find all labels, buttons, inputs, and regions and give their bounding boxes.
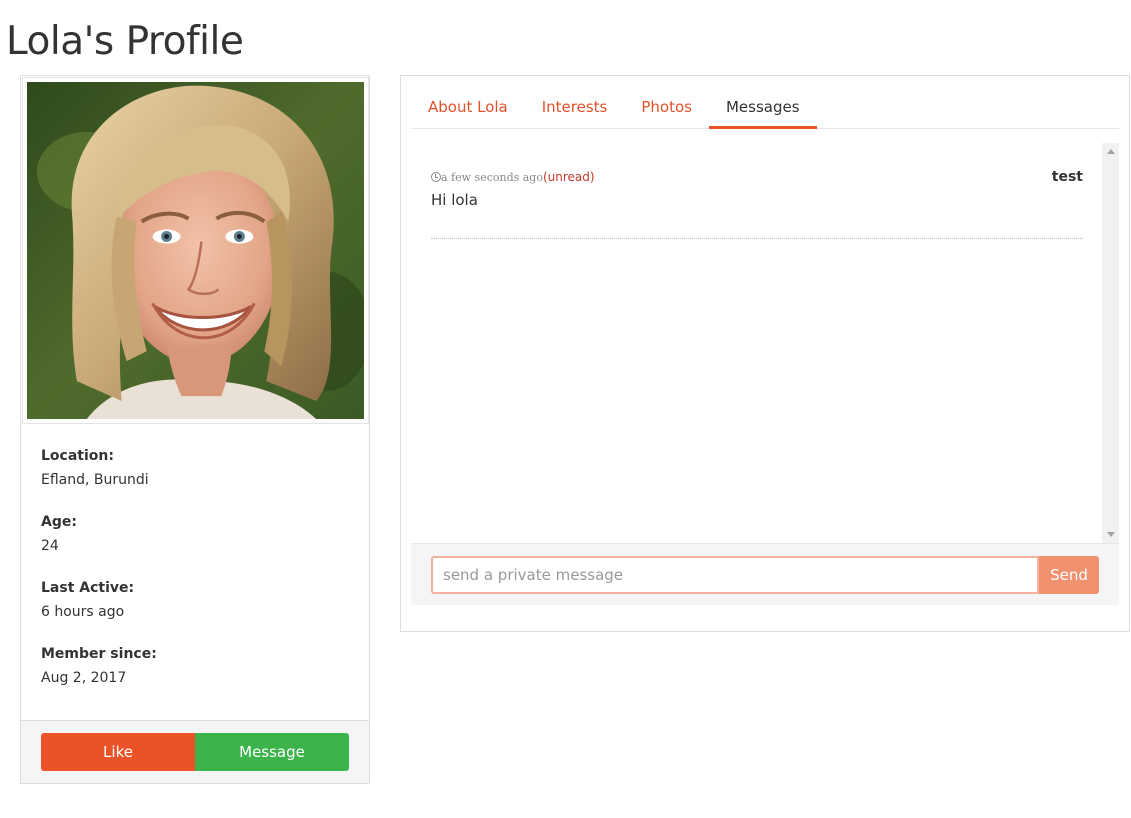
profile-card: Location: Efland, Burundi Age: 24 Last A… bbox=[20, 75, 370, 784]
profile-tab-panel: About Lola Interests Photos Messages a f… bbox=[400, 75, 1130, 632]
message-meta: a few seconds ago(unread) bbox=[431, 168, 595, 187]
message-input[interactable] bbox=[431, 556, 1039, 594]
messages-scrollbar[interactable] bbox=[1102, 143, 1119, 543]
detail-label: Age: bbox=[41, 514, 77, 530]
tab-photos[interactable]: Photos bbox=[624, 86, 709, 129]
page-title: Lola's Profile bbox=[6, 19, 244, 64]
compose-bar: Send bbox=[411, 543, 1119, 605]
detail-label: Last Active: bbox=[41, 580, 135, 596]
profile-actions: Like Message bbox=[21, 720, 369, 783]
tab-bar: About Lola Interests Photos Messages bbox=[411, 86, 1119, 129]
like-button[interactable]: Like bbox=[41, 733, 195, 771]
profile-photo bbox=[27, 82, 364, 419]
detail-label: Location: bbox=[41, 448, 114, 464]
detail-age: Age: 24 bbox=[41, 510, 341, 558]
detail-member-since: Member since: Aug 2, 2017 bbox=[41, 642, 341, 690]
tab-messages[interactable]: Messages bbox=[708, 86, 817, 129]
detail-location: Location: Efland, Burundi bbox=[41, 444, 341, 492]
scroll-up-arrow-icon[interactable] bbox=[1107, 149, 1115, 154]
message-button[interactable]: Message bbox=[195, 733, 349, 771]
profile-details: Location: Efland, Burundi Age: 24 Last A… bbox=[41, 444, 341, 708]
detail-value: 6 hours ago bbox=[41, 604, 125, 620]
profile-photo-frame bbox=[22, 77, 369, 424]
detail-label: Member since: bbox=[41, 646, 157, 662]
detail-value: Efland, Burundi bbox=[41, 472, 149, 488]
clock-icon bbox=[431, 172, 441, 182]
tab-about[interactable]: About Lola bbox=[411, 86, 525, 129]
detail-value: 24 bbox=[41, 538, 59, 554]
detail-last-active: Last Active: 6 hours ago bbox=[41, 576, 341, 624]
message-time: a few seconds ago bbox=[441, 171, 543, 184]
send-button[interactable]: Send bbox=[1039, 556, 1099, 594]
detail-value: Aug 2, 2017 bbox=[41, 670, 127, 686]
message-item: a few seconds ago(unread) test Hi lola bbox=[431, 168, 1083, 239]
scroll-down-arrow-icon[interactable] bbox=[1107, 532, 1115, 537]
message-author: test bbox=[1051, 169, 1083, 185]
message-text: Hi lola bbox=[431, 191, 478, 209]
tab-interests[interactable]: Interests bbox=[525, 86, 625, 129]
messages-list[interactable]: a few seconds ago(unread) test Hi lola bbox=[411, 143, 1119, 543]
message-unread-status: (unread) bbox=[542, 170, 595, 184]
